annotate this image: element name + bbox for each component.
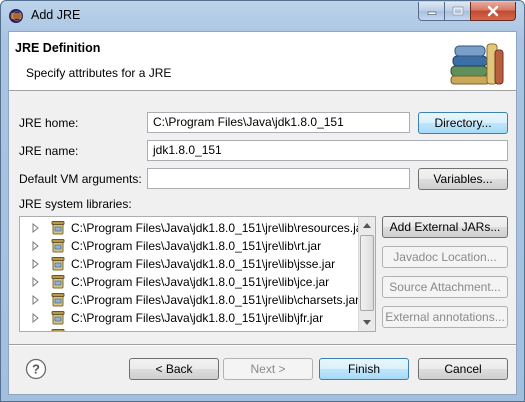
finish-button[interactable]: Finish [319,358,409,380]
list-item-label: C:\Program Files\Java\jdk1.8.0_151\jre\l… [71,293,360,307]
list-item[interactable]: C:\Program Files\Java\jdk1.8.0_151\jre\l… [20,291,360,309]
scroll-up-button[interactable] [359,217,375,234]
list-item[interactable]: C:\Program Files\Java\jdk1.8.0_151\jre\l… [20,309,360,327]
javadoc-location-button[interactable]: Javadoc Location... [382,246,508,268]
next-button[interactable]: Next > [223,358,313,380]
list-item-label: C:\Program Files\Java\jdk1.8.0_151\jre\l… [71,257,336,271]
system-libraries-list[interactable]: C:\Program Files\Java\jdk1.8.0_151\jre\l… [19,216,376,332]
jre-home-input[interactable]: C:\Program Files\Java\jdk1.8.0_151 [147,112,410,133]
list-item-label: C:\Program Files\Java\jdk1.8.0_151\jre\l… [71,239,322,253]
jar-icon [51,329,65,331]
vm-arguments-input[interactable] [147,168,410,189]
vm-arguments-label: Default VM arguments: [19,172,142,186]
jar-icon [51,239,65,253]
expand-arrow-icon[interactable] [32,331,40,332]
scroll-down-button[interactable] [359,314,375,331]
dialog-header: JRE Definition Specify attributes for a … [9,32,516,91]
books-icon [450,43,504,85]
external-annotations-button[interactable]: External annotations... [382,306,508,328]
list-item[interactable]: C:\Program Files\Java\jdk1.8.0_151\jre\l… [20,237,360,255]
list-scrollbar[interactable] [358,217,375,331]
system-libraries-label: JRE system libraries: [19,197,132,211]
jar-icon [51,275,65,289]
source-attachment-button[interactable]: Source Attachment... [382,276,508,298]
jar-icon [51,257,65,271]
close-button[interactable] [470,2,516,21]
footer-separator [9,344,516,346]
chevron-down-icon [363,320,371,325]
list-item[interactable]: C:\Program Files\Java\jdk1.8.0_151\jre\l… [20,219,366,237]
variables-button[interactable]: Variables... [418,168,508,190]
dialog-body: JRE Definition Specify attributes for a … [8,31,517,395]
close-icon [487,5,499,17]
back-button[interactable]: < Back [129,358,219,380]
minimize-button[interactable] [418,2,445,21]
add-external-jars-button[interactable]: Add External JARs... [382,216,508,238]
svg-text:?: ? [32,362,40,377]
scroll-thumb[interactable] [360,235,374,311]
expand-arrow-icon[interactable] [32,295,40,305]
directory-button[interactable]: Directory... [418,112,508,134]
maximize-button[interactable] [444,2,471,21]
jar-icon [51,221,65,235]
list-item-label: C:\Program Files\Java\jdk1.8.0_151\jre\l… [71,329,375,331]
page-title: JRE Definition [15,41,101,55]
chevron-up-icon [363,223,371,228]
add-jre-window: Add JRE JRE Definition Specify attribute… [0,0,525,402]
help-icon[interactable]: ? [25,358,47,380]
minimize-icon [427,11,436,15]
list-item[interactable]: C:\Program Files\Java\jdk1.8.0_151\jre\l… [20,255,360,273]
jar-icon [51,293,65,307]
list-item[interactable]: C:\Program Files\Java\jdk1.8.0_151\jre\l… [20,327,375,332]
page-description: Specify attributes for a JRE [26,66,172,80]
expand-arrow-icon[interactable] [32,313,40,323]
jar-icon [51,311,65,325]
jre-home-label: JRE home: [19,116,79,130]
maximize-icon [452,6,463,16]
jre-name-input[interactable]: jdk1.8.0_151 [147,140,508,161]
eclipse-icon [9,9,23,23]
jre-name-label: JRE name: [19,144,79,158]
expand-arrow-icon[interactable] [32,259,40,269]
list-item-label: C:\Program Files\Java\jdk1.8.0_151\jre\l… [71,221,367,235]
list-item-label: C:\Program Files\Java\jdk1.8.0_151\jre\l… [71,275,330,289]
window-title: Add JRE [31,8,81,22]
expand-arrow-icon[interactable] [32,277,40,287]
cancel-button[interactable]: Cancel [418,358,508,380]
expand-arrow-icon[interactable] [32,223,40,233]
list-item[interactable]: C:\Program Files\Java\jdk1.8.0_151\jre\l… [20,273,360,291]
list-item-label: C:\Program Files\Java\jdk1.8.0_151\jre\l… [71,311,324,325]
title-bar[interactable]: Add JRE [1,1,524,31]
expand-arrow-icon[interactable] [32,241,40,251]
